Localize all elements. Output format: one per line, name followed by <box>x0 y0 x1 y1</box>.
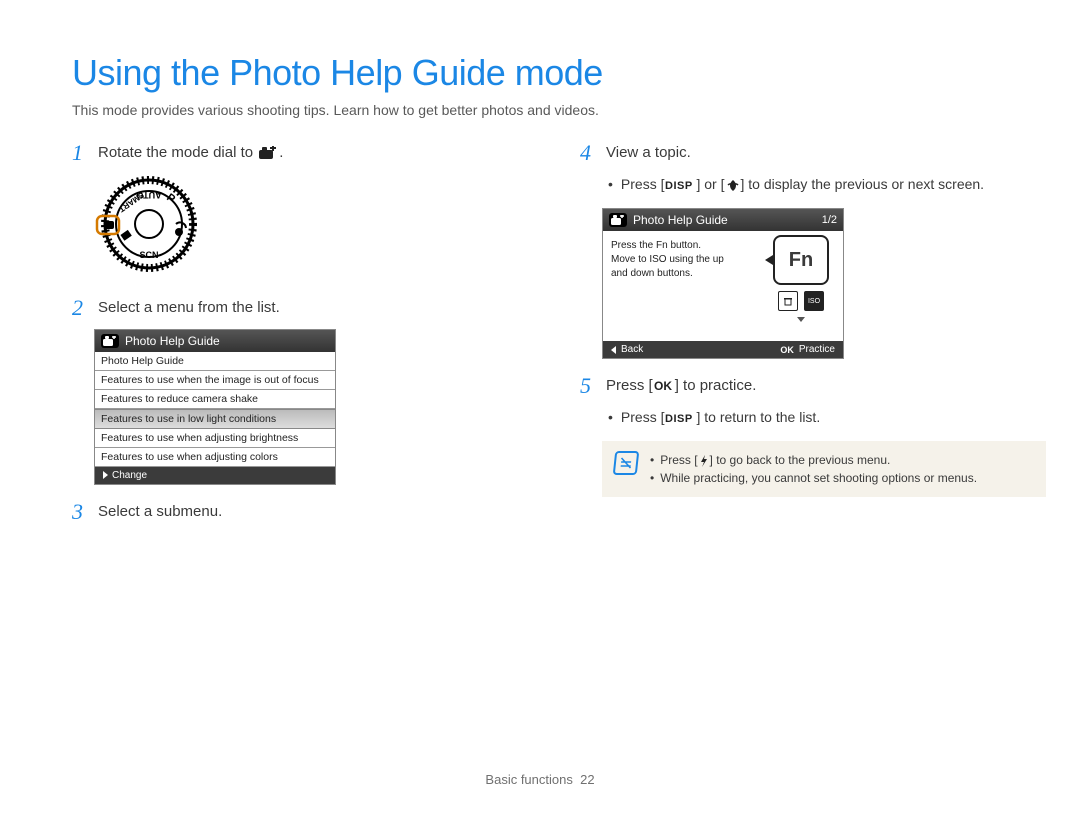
list-item: Features to reduce camera shake <box>95 390 335 409</box>
chevron-down-icon <box>797 317 805 322</box>
guide-mode-icon <box>609 213 627 227</box>
step-number: 4 <box>580 142 594 164</box>
note-icon <box>613 451 640 475</box>
list-item-selected: Features to use in low light conditions <box>95 409 335 429</box>
step-text: Press [OK] to practice. <box>606 375 756 397</box>
lcd-list: Photo Help Guide Features to use when th… <box>95 352 335 467</box>
step-4: 4 View a topic. <box>580 142 1020 164</box>
lcd-body-text: Press the Fn button. Move to ISO using t… <box>603 231 759 341</box>
svg-text:SCN: SCN <box>139 250 158 260</box>
page-indicator: 1/2 <box>822 214 837 226</box>
step-text: Rotate the mode dial to . <box>98 142 283 164</box>
step-text: View a topic. <box>606 142 691 164</box>
iso-icon: ISO <box>804 291 824 311</box>
svg-text:DISP: DISP <box>665 180 693 191</box>
flash-icon <box>699 454 709 468</box>
note-line: • While practicing, you cannot set shoot… <box>650 469 977 487</box>
step-number: 3 <box>72 501 86 523</box>
step-number: 1 <box>72 142 86 164</box>
step-3: 3 Select a submenu. <box>72 501 500 523</box>
fn-button-graphic: Fn <box>773 235 829 285</box>
lcd-menu-list: Photo Help Guide Photo Help Guide Featur… <box>94 329 336 485</box>
step-5-bullet: • Press [DISP] to return to the list. <box>608 407 1020 427</box>
lcd-topic-view: Photo Help Guide 1/2 Press the Fn button… <box>602 208 844 359</box>
triangle-left-icon <box>611 346 616 354</box>
macro-icon <box>726 178 740 192</box>
left-column: 1 Rotate the mode dial to . AUTO P SMART… <box>72 142 500 533</box>
mode-dial-illustration: AUTO P SMART SCN <box>94 174 500 279</box>
step-2: 2 Select a menu from the list. <box>72 297 500 319</box>
list-item: Photo Help Guide <box>95 352 335 371</box>
lcd-footer: Back OKPractice <box>603 341 843 358</box>
trash-icon <box>778 291 798 311</box>
lcd-header: Photo Help Guide 1/2 <box>603 209 843 231</box>
step-number: 2 <box>72 297 86 319</box>
page-footer: Basic functions 22 <box>0 772 1080 787</box>
ok-icon: OK <box>654 379 674 393</box>
list-item: Features to use when adjusting colors <box>95 448 335 467</box>
guide-mode-icon <box>258 146 278 160</box>
step-text: Select a submenu. <box>98 501 222 523</box>
page-subtitle: This mode provides various shooting tips… <box>72 102 1020 118</box>
right-column: 4 View a topic. • Press [DISP] or [] to … <box>580 142 1020 533</box>
lcd-header: Photo Help Guide <box>95 330 335 352</box>
note-box: • Press [] to go back to the previous me… <box>602 441 1046 497</box>
triangle-right-icon <box>103 471 108 479</box>
disp-icon: DISP <box>665 178 695 192</box>
page-title: Using the Photo Help Guide mode <box>72 52 1020 94</box>
step-text: Select a menu from the list. <box>98 297 280 319</box>
step-5: 5 Press [OK] to practice. <box>580 375 1020 397</box>
guide-mode-icon <box>101 334 119 348</box>
disp-icon: DISP <box>665 411 695 425</box>
step-1: 1 Rotate the mode dial to . <box>72 142 500 164</box>
list-item: Features to use when adjusting brightnes… <box>95 429 335 448</box>
step-number: 5 <box>580 375 594 397</box>
list-item: Features to use when the image is out of… <box>95 371 335 390</box>
mini-icons: ISO <box>778 291 824 311</box>
step-4-bullet: • Press [DISP] or [] to display the prev… <box>608 174 1020 194</box>
svg-text:OK: OK <box>654 380 672 392</box>
lcd-footer: Change <box>95 467 335 484</box>
svg-text:DISP: DISP <box>665 413 693 424</box>
note-line: • Press [] to go back to the previous me… <box>650 451 977 469</box>
